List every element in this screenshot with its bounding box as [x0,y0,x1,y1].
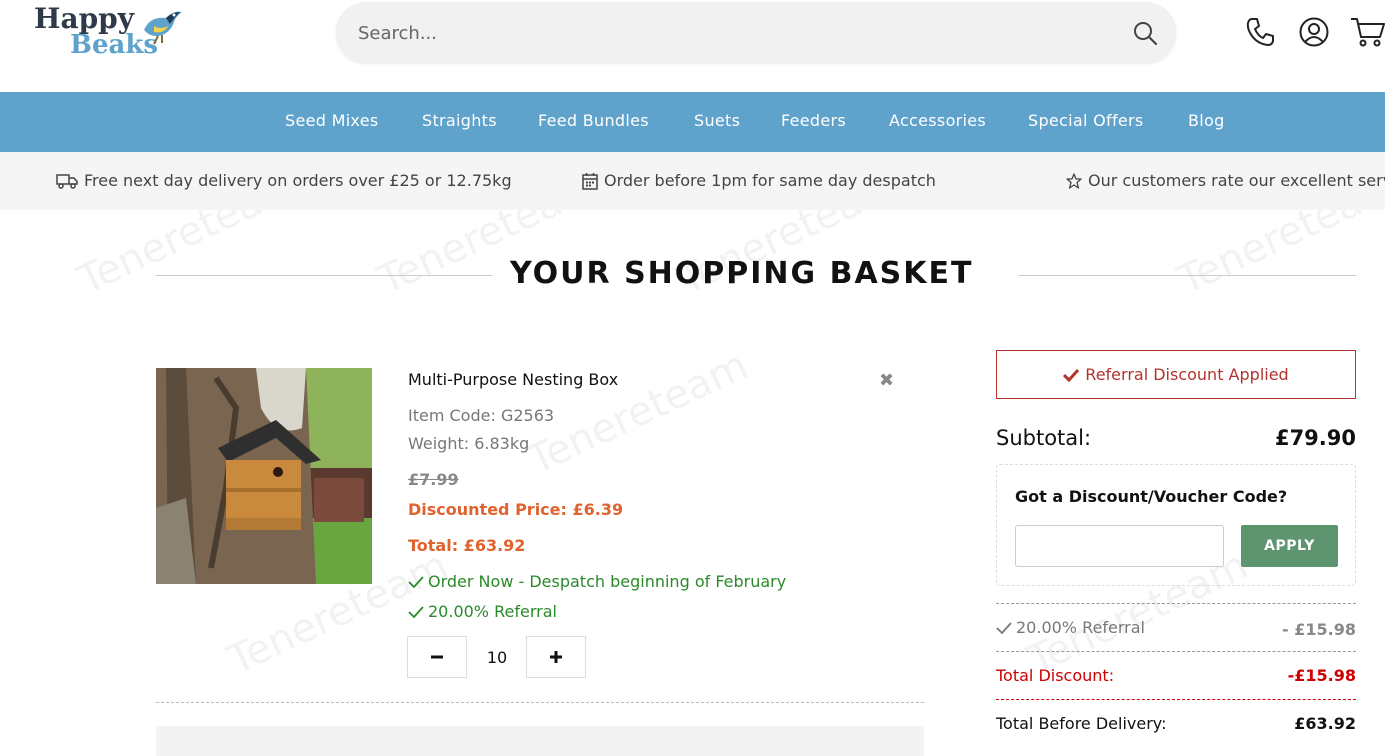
check-icon [1063,368,1080,382]
product-image[interactable] [156,368,372,584]
quantity-input[interactable] [467,636,527,678]
product-despatch-note: Order Now - Despatch beginning of Februa… [408,572,786,591]
summary-referral-value: - £15.98 [1282,620,1356,639]
page-title: YOUR SHOPPING BASKET [510,256,974,291]
nav-item-feed-bundles[interactable]: Feed Bundles [538,111,649,130]
truck-icon [56,173,78,189]
page-title-block: YOUR SHOPPING BASKET [156,256,1356,296]
watermark: Tenereteam [521,342,755,484]
subtotal-label: Subtotal: [996,426,1092,450]
total-discount-label: Total Discount: [996,666,1115,685]
info-delivery-text: Free next day delivery on orders over £2… [84,171,512,190]
minus-icon [431,655,443,659]
total-before-delivery-label: Total Before Delivery: [996,714,1167,733]
account-icon[interactable] [1298,16,1330,48]
info-delivery: Free next day delivery on orders over £2… [56,171,512,190]
nesting-box-photo [156,368,372,584]
product-total: Total: £63.92 [408,536,526,555]
checkmark-icon [996,621,1012,634]
product-discounted-price: Discounted Price: £6.39 [408,500,624,519]
product-referral-text: 20.00% Referral [428,602,557,621]
product-referral-note: 20.00% Referral [408,602,557,621]
bird-icon [144,11,182,45]
title-divider-right [1018,275,1356,276]
referral-applied-text: Referral Discount Applied [1085,365,1289,384]
logo[interactable]: Happy Beaks [34,2,194,64]
plus-icon [550,651,562,663]
checkmark-icon [408,575,424,588]
subtotal-value: £79.90 [1274,426,1356,450]
site-header: Happy Beaks [0,0,1385,92]
search-input[interactable] [358,20,1098,46]
voucher-label: Got a Discount/Voucher Code? [1015,487,1288,506]
total-discount-value: -£15.98 [1287,666,1356,685]
search-icon[interactable] [1132,20,1158,46]
info-rating-text: Our customers rate our excellent serv [1088,171,1385,190]
product-name[interactable]: Multi-Purpose Nesting Box [408,370,618,389]
referral-applied-banner: Referral Discount Applied [996,350,1356,399]
star-icon [1066,172,1082,189]
nav-item-suets[interactable]: Suets [694,111,740,130]
quantity-decrease-button[interactable] [407,636,467,678]
product-weight: Weight: 6.83kg [408,434,530,453]
summary-referral-label: 20.00% Referral [1016,618,1145,637]
main-nav: Seed Mixes Straights Feed Bundles Suets … [0,92,1385,152]
product-item-code: Item Code: G2563 [408,406,555,425]
summary-divider [996,603,1356,604]
search-bar [336,2,1176,62]
nav-item-blog[interactable]: Blog [1188,111,1225,130]
calendar-icon [582,172,598,190]
info-despatch-text: Order before 1pm for same day despatch [604,171,936,190]
info-despatch: Order before 1pm for same day despatch [582,171,936,190]
summary-referral-row: 20.00% Referral [996,618,1145,637]
product-despatch-text: Order Now - Despatch beginning of Februa… [428,572,787,591]
apply-button[interactable]: APPLY [1241,525,1338,567]
remove-item-button[interactable]: ✖ [879,370,894,391]
basket-footer-panel [156,726,924,756]
summary-divider [996,651,1356,652]
cart-icon[interactable] [1350,16,1385,48]
title-divider-left [156,275,492,276]
nav-item-straights[interactable]: Straights [422,111,497,130]
checkmark-icon [408,605,424,618]
total-before-delivery-value: £63.92 [1294,714,1356,733]
summary-divider-red [996,699,1356,700]
nav-item-feeders[interactable]: Feeders [781,111,846,130]
phone-icon[interactable] [1244,16,1276,48]
info-rating: Our customers rate our excellent serv [1066,171,1385,190]
nav-item-accessories[interactable]: Accessories [889,111,986,130]
product-old-price: £7.99 [408,470,459,489]
product-divider [156,702,924,703]
voucher-code-input[interactable] [1015,525,1224,567]
nav-item-seed-mixes[interactable]: Seed Mixes [285,111,379,130]
nav-item-special-offers[interactable]: Special Offers [1028,111,1144,130]
info-bar: Free next day delivery on orders over £2… [0,152,1385,210]
quantity-increase-button[interactable] [526,636,586,678]
voucher-panel: Got a Discount/Voucher Code? APPLY [996,464,1356,586]
